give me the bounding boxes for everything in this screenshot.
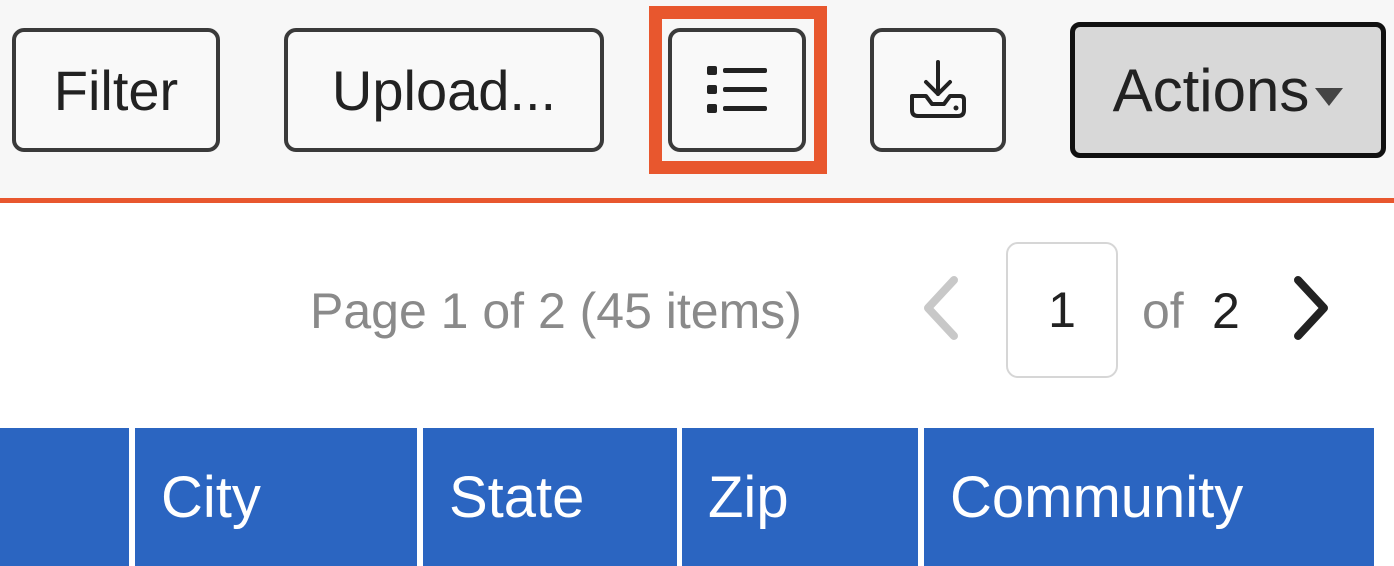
- download-tray-icon: [910, 60, 966, 118]
- list-view-button[interactable]: [668, 28, 806, 152]
- caret-down-icon: [1315, 88, 1344, 106]
- filter-button-label: Filter: [53, 58, 179, 122]
- column-header-label: State: [449, 464, 585, 530]
- list-icon: [707, 66, 767, 113]
- actions-dropdown-button[interactable]: Actions: [1070, 22, 1386, 158]
- next-page-icon[interactable]: [1280, 268, 1340, 348]
- toolbar: Filter Upload... Actions: [0, 0, 1394, 203]
- upload-button[interactable]: Upload...: [284, 28, 604, 152]
- column-header-state[interactable]: State: [423, 428, 677, 566]
- page-number-input[interactable]: [1006, 242, 1118, 378]
- page-summary: Page 1 of 2 (45 items): [310, 283, 802, 339]
- column-header-select[interactable]: [0, 428, 129, 566]
- pagination: Page 1 of 2 (45 items) of 2: [0, 238, 1394, 382]
- download-button[interactable]: [870, 28, 1006, 152]
- column-header-label: Zip: [708, 464, 789, 530]
- table-header: City State Zip Community: [0, 428, 1394, 566]
- upload-button-label: Upload...: [331, 58, 557, 122]
- actions-button-label: Actions: [1112, 56, 1310, 124]
- of-label: of: [1142, 283, 1184, 339]
- column-header-label: City: [161, 464, 261, 530]
- column-header-zip[interactable]: Zip: [682, 428, 918, 566]
- column-header-label: Community: [950, 464, 1244, 530]
- total-pages: 2: [1212, 283, 1240, 339]
- previous-page-icon[interactable]: [912, 268, 972, 348]
- column-header-community[interactable]: Community: [924, 428, 1374, 566]
- filter-button[interactable]: Filter: [12, 28, 220, 152]
- column-header-city[interactable]: City: [135, 428, 417, 566]
